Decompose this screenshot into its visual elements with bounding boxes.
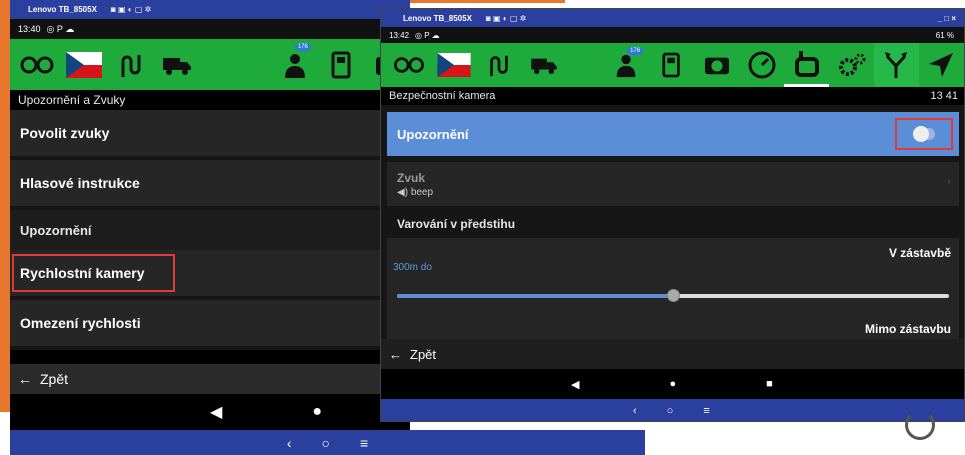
nav-back-triangle-icon[interactable]: ◀ — [210, 402, 222, 422]
toggle-label: Upozornění — [397, 126, 469, 142]
back-label: Zpět — [40, 371, 69, 387]
fuel-icon[interactable] — [321, 39, 364, 90]
nav-menu-icon[interactable]: ≡ — [703, 405, 709, 417]
section-title-text: Upozornění a Zvuky — [18, 93, 126, 107]
fuel-icon[interactable] — [649, 43, 694, 87]
list-item-label: Omezení rychlosti — [20, 315, 141, 331]
camera-icon[interactable] — [694, 43, 739, 87]
city-label: V zástavbě — [888, 246, 951, 260]
czech-flag-icon[interactable] — [432, 43, 477, 87]
battery-status: 61 % — [935, 30, 954, 40]
orange-accent-left — [0, 0, 10, 412]
glasses-icon[interactable] — [387, 43, 432, 87]
section-right-info: 13 41 — [930, 90, 958, 102]
arrow-left-icon: ← — [18, 371, 32, 387]
sound-title: Zvuk — [397, 170, 426, 185]
list-item-enable-sounds[interactable]: Povolit zvuky — [10, 110, 410, 160]
speaker-icon: ◀) — [397, 186, 411, 198]
glasses-icon[interactable] — [16, 39, 59, 90]
nav-back-icon[interactable]: ‹ — [633, 405, 637, 417]
nav-home-icon[interactable]: ○ — [667, 405, 674, 417]
slider-handle[interactable] — [667, 289, 680, 302]
left-statusbar: 13:40 ◎ P ☁ — [10, 19, 410, 39]
route-icon[interactable] — [109, 39, 152, 90]
driver-badge: 176 — [627, 47, 644, 55]
list-item-label: Hlasové instrukce — [20, 175, 140, 191]
status-time: 13:42 — [389, 30, 410, 40]
settings-list: Povolit zvuky Hlasové instrukce Upozorně… — [10, 110, 410, 350]
outside-city-label: Mimo zástavbu — [864, 322, 951, 336]
sound-setting-row[interactable]: Zvuk ◀) beep › — [387, 162, 959, 206]
right-android-nav: ◀ ● ■ — [381, 369, 964, 399]
back-button[interactable]: ← Zpět — [10, 364, 410, 394]
window-title: Lenovo TB_8505X — [403, 13, 472, 23]
left-titlebar: Lenovo TB_8505X ◙ ▣ ◐ ▢ ✲ — [10, 0, 410, 19]
left-android-nav: ◀ ● — [10, 394, 410, 430]
settings-icon[interactable] — [829, 43, 874, 87]
nav-home-dot-icon[interactable]: ● — [312, 403, 322, 421]
highlight-box — [895, 118, 953, 150]
window-icons: ◙ ▣ ◐ ▢ ✲ — [485, 13, 527, 23]
right-window: Lenovo TB_8505X ◙ ▣ ◐ ▢ ✲ _ □ × 13:42 ◎ … — [380, 8, 965, 422]
status-icons: ◎ P ☁ — [46, 23, 75, 34]
window-title: Lenovo TB_8505X — [28, 5, 97, 14]
driver-badge: 176 — [294, 43, 311, 51]
nav-back-triangle-icon[interactable]: ◀ — [571, 378, 579, 391]
list-item-voice-instructions[interactable]: Hlasové instrukce — [10, 160, 410, 210]
advance-warning-header: Varování v předstihu — [387, 212, 959, 236]
driver-icon[interactable]: 176 — [604, 43, 649, 87]
sound-value-text: beep — [410, 186, 434, 198]
alerts-toggle-row[interactable]: Upozornění — [387, 112, 959, 156]
nav-home-dot-icon[interactable]: ● — [669, 378, 676, 390]
driver-icon[interactable]: 176 — [274, 39, 317, 90]
window-controls[interactable]: _ □ × — [938, 14, 956, 23]
nav-home-icon[interactable]: ○ — [322, 435, 330, 451]
list-item-speed-limits[interactable]: Omezení rychlosti — [10, 300, 410, 350]
arrow-left-icon: ← — [389, 346, 402, 362]
back-button[interactable]: ← Zpět — [381, 339, 964, 369]
speedometer-icon[interactable] — [739, 43, 784, 87]
left-toolbar: 176 — [10, 39, 410, 90]
decorative-ring — [905, 410, 935, 440]
navigation-arrow-icon[interactable] — [919, 43, 964, 87]
right-titlebar: Lenovo TB_8505X ◙ ▣ ◐ ▢ ✲ _ □ × — [381, 9, 964, 27]
route-icon[interactable] — [477, 43, 522, 87]
right-toolbar: 176 — [381, 43, 964, 87]
right-statusbar: 13:42 ◎ P ☁ 61 % — [381, 27, 964, 43]
nav-menu-icon[interactable]: ≡ — [360, 435, 368, 451]
subheader-warnings: Upozornění — [10, 210, 410, 250]
section-title: Bezpečnostní kamera 13 41 — [381, 87, 964, 105]
distance-slider[interactable] — [397, 289, 949, 302]
fork-icon[interactable] — [874, 43, 919, 87]
section-title: Upozornění a Zvuky — [10, 90, 410, 110]
screen: Lenovo TB_8505X ◙ ▣ ◐ ▢ ✲ 13:40 ◎ P ☁ 17… — [0, 0, 965, 455]
slider-fill — [397, 294, 673, 298]
speed-camera-icon[interactable] — [784, 43, 830, 87]
nav-recents-square-icon[interactable]: ■ — [766, 378, 773, 390]
section-title-text: Bezpečnostní kamera — [389, 90, 496, 102]
chevron-right-icon: › — [947, 176, 951, 188]
bottom-system-nav: ‹ ○ ≡ — [10, 430, 645, 455]
status-time: 13:40 — [18, 24, 41, 34]
distance-value: 300m do — [393, 262, 432, 273]
advance-warning-panel: V zástavbě 300m do Mimo zástavbu — [387, 238, 959, 340]
toggle-knob — [913, 126, 929, 142]
sound-value: ◀) beep — [397, 187, 959, 198]
status-icons: ◎ P ☁ — [415, 30, 440, 40]
subheader-text: Upozornění — [20, 222, 92, 238]
back-label: Zpět — [410, 346, 437, 362]
truck-icon[interactable] — [522, 43, 567, 87]
alerts-toggle-switch[interactable] — [913, 126, 935, 142]
advance-warning-text: Varování v předstihu — [397, 217, 516, 231]
czech-flag-icon[interactable] — [63, 39, 106, 90]
list-item-speed-cameras[interactable]: Rychlostní kamery — [10, 250, 410, 300]
list-item-label: Povolit zvuky — [20, 125, 110, 141]
nav-back-icon[interactable]: ‹ — [287, 435, 292, 451]
right-system-nav: ‹ ○ ≡ — [381, 399, 964, 421]
left-window: Lenovo TB_8505X ◙ ▣ ◐ ▢ ✲ 13:40 ◎ P ☁ 17… — [10, 0, 410, 430]
truck-icon[interactable] — [156, 39, 199, 90]
highlight-box — [12, 254, 175, 292]
window-icons: ◙ ▣ ◐ ▢ ✲ — [110, 5, 152, 14]
